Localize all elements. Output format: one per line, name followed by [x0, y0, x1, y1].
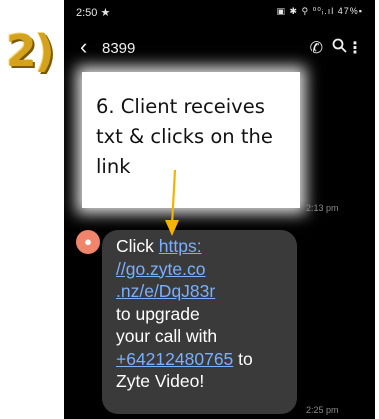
- message-line: //go.zyte.co: [116, 258, 287, 281]
- message-line: Click https:: [116, 235, 287, 258]
- more-icon[interactable]: ⋮: [347, 38, 363, 58]
- conversation-header: ‹ 8399 ✆ ⋮: [64, 32, 375, 66]
- message-link[interactable]: .nz/e/DqJ83r: [116, 281, 215, 301]
- message-link[interactable]: https:: [159, 236, 202, 256]
- status-icons: ▣ ✱ ⚲ ⁰⁰ᵢ.ıl 47%▪: [276, 6, 363, 16]
- phone-screen: 2:50 ★ ▣ ✱ ⚲ ⁰⁰ᵢ.ıl 47%▪ ‹ 8399 ✆ ⋮ 6. C…: [64, 0, 375, 419]
- step-number-label: 2): [6, 26, 55, 77]
- annotation-callout: 6. Client receives txt & clicks on the l…: [82, 72, 300, 208]
- phone-number-link[interactable]: +64212480765: [116, 349, 233, 369]
- star-icon: ★: [100, 7, 111, 19]
- message-text: Click: [116, 236, 159, 256]
- status-time-text: 2:50: [76, 7, 98, 19]
- message-line: to upgrade: [116, 303, 200, 324]
- sender-avatar-icon: ●: [76, 230, 100, 254]
- message-timestamp: 2:25 pm: [306, 405, 339, 415]
- message-bubble: Click https: //go.zyte.co .nz/e/DqJ83r t…: [102, 230, 297, 414]
- search-icon[interactable]: [332, 38, 347, 58]
- back-arrow-icon[interactable]: ‹: [80, 36, 87, 58]
- message-line: .nz/e/DqJ83r: [116, 280, 287, 303]
- contact-name: 8399: [102, 40, 136, 57]
- message-line: +64212480765 to: [116, 348, 287, 371]
- message-line: your call with: [116, 326, 218, 346]
- callout-line: link: [96, 155, 131, 178]
- callout-line: txt & clicks on the: [96, 125, 273, 148]
- status-bar: 2:50 ★ ▣ ✱ ⚲ ⁰⁰ᵢ.ıl 47%▪: [64, 6, 375, 22]
- phone-icon[interactable]: ✆: [310, 38, 323, 58]
- message-link[interactable]: //go.zyte.co: [116, 259, 206, 279]
- previous-message-timestamp: 2:13 pm: [306, 203, 339, 213]
- message-text: to: [233, 348, 253, 369]
- status-time: 2:50 ★: [76, 6, 110, 19]
- message-line: Zyte Video!: [116, 371, 205, 391]
- callout-line: 6. Client receives: [96, 95, 265, 118]
